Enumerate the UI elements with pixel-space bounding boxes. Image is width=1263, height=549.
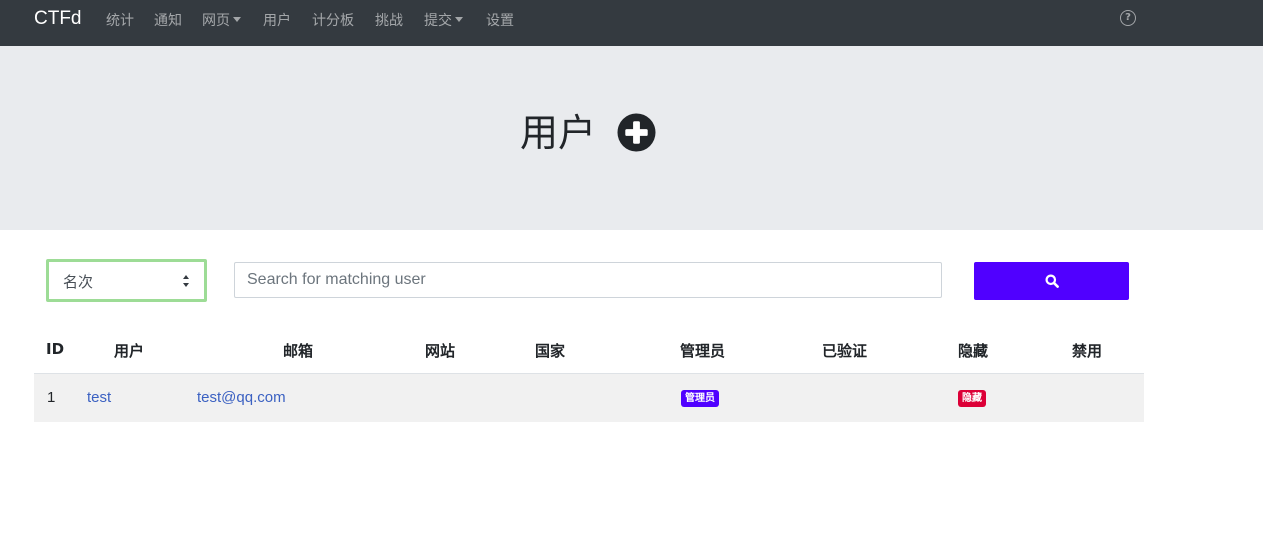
- column-header-website[interactable]: 网站: [425, 340, 455, 361]
- add-user-button[interactable]: [617, 113, 656, 152]
- column-header-hidden[interactable]: 隐藏: [958, 340, 988, 361]
- nav-item-label: 设置: [486, 13, 514, 29]
- nav-item-challenges[interactable]: 挑战: [375, 10, 403, 30]
- nav-item-statistics[interactable]: 统计: [106, 10, 134, 30]
- nav-item-notifications[interactable]: 通知: [154, 10, 182, 30]
- page-header: 用户: [0, 46, 1263, 230]
- user-name-link[interactable]: test: [87, 389, 111, 406]
- column-header-verified[interactable]: 已验证: [822, 340, 867, 361]
- search-field-select[interactable]: 名次: [46, 259, 207, 302]
- caret-down-icon: [233, 17, 241, 22]
- nav-item-label: 统计: [106, 13, 134, 29]
- nav-item-label: 网页: [202, 13, 230, 29]
- nav-item-label: 挑战: [375, 13, 403, 29]
- column-header-country[interactable]: 国家: [535, 340, 565, 361]
- search-input[interactable]: [234, 262, 942, 298]
- nav-item-scoreboard[interactable]: 计分板: [312, 10, 354, 30]
- plus-circle-icon: [617, 113, 656, 152]
- nav-item-settings[interactable]: 设置: [486, 10, 514, 30]
- column-header-user[interactable]: 用户: [114, 340, 144, 361]
- nav-item-label: 用户: [263, 13, 291, 29]
- column-header-banned[interactable]: 禁用: [1072, 340, 1102, 361]
- brand-link[interactable]: CTFd: [34, 8, 82, 30]
- column-header-admin[interactable]: 管理员: [680, 340, 725, 361]
- user-email-link[interactable]: test@qq.com: [197, 389, 286, 406]
- question-circle-icon[interactable]: ?: [1120, 10, 1136, 26]
- nav-item-users[interactable]: 用户: [263, 10, 291, 30]
- column-header-email[interactable]: 邮箱: [283, 340, 313, 361]
- nav-item-submissions[interactable]: 提交: [424, 10, 463, 30]
- page-title: 用户: [520, 111, 597, 155]
- nav-item-pages[interactable]: 网页: [202, 10, 241, 30]
- caret-down-icon: [455, 17, 463, 22]
- search-button[interactable]: [974, 262, 1129, 300]
- cell-id: 1: [47, 389, 56, 406]
- select-selected-value: 名次: [63, 273, 94, 291]
- top-navbar: CTFd 统计 通知 网页 用户 计分板 挑战 提交 设置 ?: [0, 0, 1263, 46]
- nav-item-label: 计分板: [312, 13, 354, 29]
- admin-badge: 管理员: [681, 390, 719, 407]
- select-arrows-icon: [183, 275, 189, 287]
- search-icon: [1045, 274, 1059, 288]
- hidden-badge: 隐藏: [958, 390, 986, 407]
- nav-item-label: 提交: [424, 13, 452, 29]
- column-header-id[interactable]: ID: [46, 340, 64, 358]
- nav-item-label: 通知: [154, 13, 182, 29]
